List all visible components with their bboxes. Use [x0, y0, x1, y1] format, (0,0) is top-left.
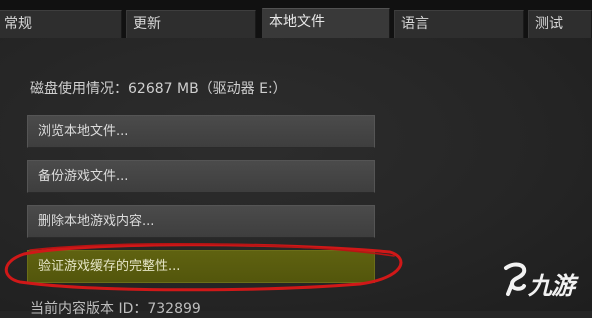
disk-usage-label: 磁盘使用情况：62687 MB（驱动器 E:）: [30, 81, 287, 97]
browse-local-files-button[interactable]: 浏览本地文件...: [27, 115, 375, 148]
tab-bar: 常规 更新 本地文件 语言 测试: [0, 0, 592, 38]
tab-betas[interactable]: 测试: [528, 10, 592, 38]
verify-integrity-button[interactable]: 验证游戏缓存的完整性...: [27, 250, 375, 283]
backup-game-files-button[interactable]: 备份游戏文件...: [27, 160, 375, 193]
tab-language[interactable]: 语言: [394, 10, 524, 38]
build-id-label: 当前内容版本 ID：732899: [30, 301, 201, 317]
delete-local-content-button[interactable]: 删除本地游戏内容...: [27, 205, 375, 238]
tab-updates[interactable]: 更新: [126, 10, 256, 38]
tab-local-files[interactable]: 本地文件: [262, 8, 390, 38]
tab-general[interactable]: 常规: [0, 10, 122, 38]
watermark-text: 九游: [528, 272, 575, 300]
